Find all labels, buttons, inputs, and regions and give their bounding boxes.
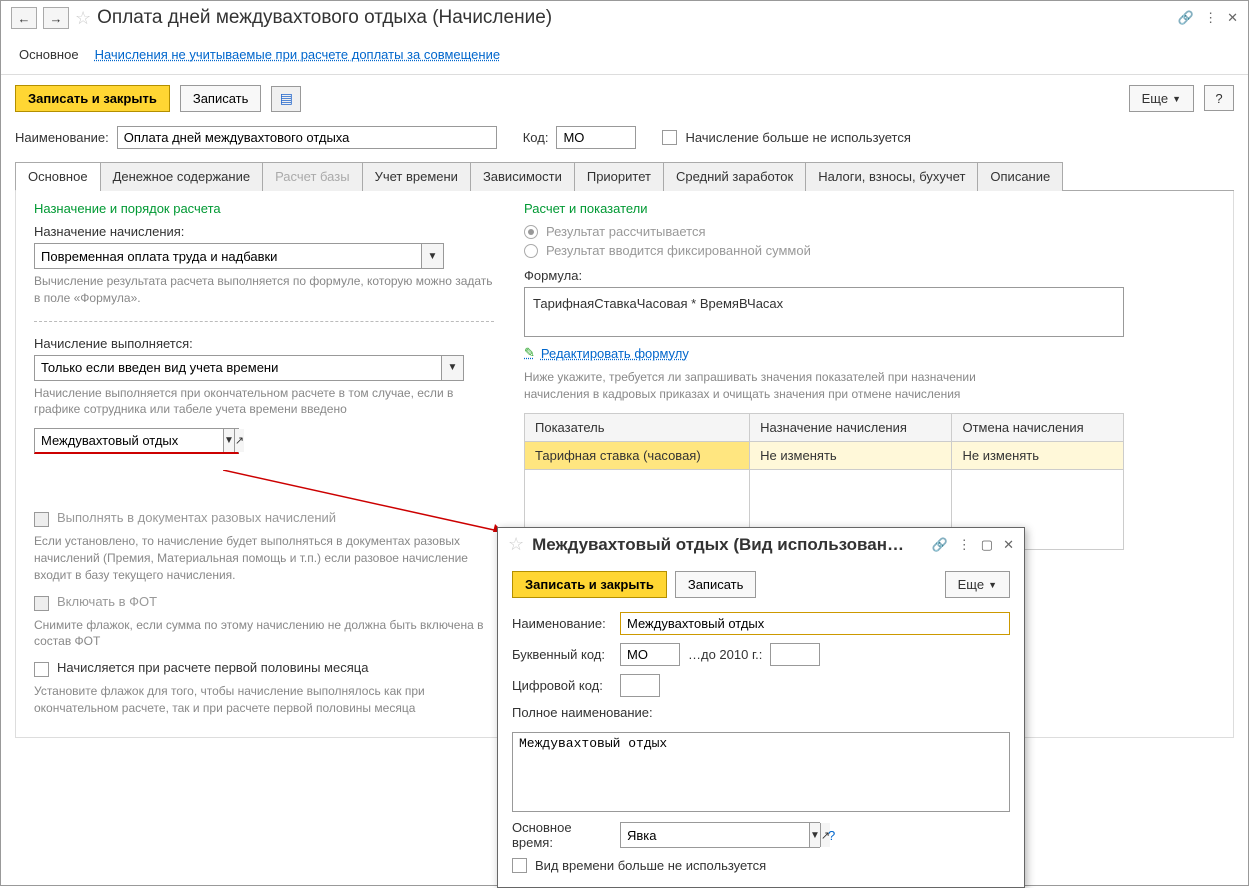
pre2010-input[interactable] [770, 643, 820, 666]
pre2010-label: …до 2010 г.: [688, 647, 762, 662]
cb-fot-label: Включать в ФОТ [57, 594, 157, 609]
menu-icon[interactable]: ⋮ [1204, 10, 1217, 26]
tab-tax[interactable]: Налоги, взносы, бухучет [805, 162, 978, 191]
unused-label: Начисление больше не используется [685, 130, 910, 145]
right-section-title: Расчет и показатели [524, 201, 1215, 216]
code-input[interactable] [556, 126, 636, 149]
close-icon[interactable]: ✕ [1227, 10, 1238, 26]
purpose-select[interactable] [35, 244, 421, 268]
tab-main[interactable]: Основное [15, 162, 101, 191]
link-icon[interactable]: 🔗 [1178, 10, 1194, 26]
exec-hint: Начисление выполняется при окончательном… [34, 385, 494, 419]
time-kind-dropdown-icon[interactable]: ▼ [223, 429, 234, 452]
dialog-num-input[interactable] [620, 674, 660, 697]
th-cancel[interactable]: Отмена начисления [952, 413, 1124, 441]
th-indicator[interactable]: Показатель [525, 413, 750, 441]
forward-button[interactable]: → [43, 7, 69, 29]
dialog-maximize-icon[interactable]: ▢ [981, 537, 993, 553]
dialog-unused-checkbox[interactable] [512, 858, 527, 873]
dialog-unused-label: Вид времени больше не используется [535, 858, 766, 873]
formula-label: Формула: [524, 268, 1215, 283]
cb-first-half-label: Начисляется при расчете первой половины … [57, 660, 368, 675]
favorite-icon[interactable]: ☆ [75, 8, 91, 29]
table-cell[interactable]: Тарифная ставка (часовая) [525, 441, 750, 469]
tab-money[interactable]: Денежное содержание [100, 162, 263, 191]
formula-box[interactable]: ТарифнаяСтавкаЧасовая * ВремяВЧасах [524, 287, 1124, 337]
pencil-icon: ✎ [524, 345, 535, 361]
save-button[interactable]: Записать [180, 85, 262, 112]
tab-priority[interactable]: Приоритет [574, 162, 664, 191]
radio-calc-label: Результат рассчитывается [546, 224, 706, 239]
table-cell[interactable]: Не изменять [750, 441, 952, 469]
tab-time[interactable]: Учет времени [362, 162, 471, 191]
tab-desc[interactable]: Описание [977, 162, 1063, 191]
dialog-link-icon[interactable]: 🔗 [932, 537, 948, 553]
back-button[interactable]: ← [11, 7, 37, 29]
unused-checkbox[interactable] [662, 130, 677, 145]
radio-calc[interactable] [524, 225, 538, 239]
radio-fixed[interactable] [524, 244, 538, 258]
tab-avg[interactable]: Средний заработок [663, 162, 806, 191]
purpose-dropdown-icon[interactable]: ▼ [421, 244, 443, 268]
exec-select[interactable] [35, 356, 441, 380]
dialog-name-input[interactable] [620, 612, 1010, 635]
tab-deps[interactable]: Зависимости [470, 162, 575, 191]
radio-fixed-label: Результат вводится фиксированной суммой [546, 243, 811, 258]
dialog-main-time-select[interactable] [621, 823, 809, 847]
dialog-close-icon[interactable]: ✕ [1003, 537, 1014, 553]
dialog-menu-icon[interactable]: ⋮ [958, 537, 971, 553]
exec-dropdown-icon[interactable]: ▼ [441, 356, 463, 380]
cb-fot [34, 596, 49, 611]
dialog-main-time-label: Основное время: [512, 820, 612, 850]
cb1-hint: Если установлено, то начисление будет вы… [34, 533, 494, 583]
cb-onetime [34, 512, 49, 527]
edit-formula-link[interactable]: Редактировать формулу [541, 346, 689, 361]
more-button[interactable]: Еще▼ [1129, 85, 1194, 112]
dialog-save-button[interactable]: Записать [675, 571, 757, 598]
list-icon-button[interactable]: ▤ [271, 86, 301, 112]
cb-first-half[interactable] [34, 662, 49, 677]
dialog-help-icon[interactable]: ? [828, 828, 835, 843]
time-kind-open-icon[interactable]: ↗ [234, 429, 244, 452]
cb3-hint: Установите флажок для того, чтобы начисл… [34, 683, 494, 717]
navtab-main[interactable]: Основное [19, 43, 79, 66]
help-button[interactable]: ? [1204, 85, 1234, 111]
navtab-link[interactable]: Начисления не учитываемые при расчете до… [95, 43, 501, 66]
table-cell[interactable]: Не изменять [952, 441, 1124, 469]
dialog-save-close-button[interactable]: Записать и закрыть [512, 571, 667, 598]
code-label: Код: [523, 130, 549, 145]
dialog-main-time-dropdown-icon[interactable]: ▼ [809, 823, 820, 847]
tab-base[interactable]: Расчет базы [262, 162, 363, 191]
name-input[interactable] [117, 126, 497, 149]
table-hint: Ниже укажите, требуется ли запрашивать з… [524, 369, 984, 403]
purpose-label: Назначение начисления: [34, 224, 494, 239]
window-title: Оплата дней междувахтового отдыха (Начис… [97, 7, 552, 29]
name-label: Наименование: [15, 130, 109, 145]
cb2-hint: Снимите флажок, если сумма по этому начи… [34, 617, 494, 651]
exec-label: Начисление выполняется: [34, 336, 494, 351]
dialog-name-label: Наименование: [512, 616, 612, 631]
dialog-full-input[interactable] [512, 732, 1010, 812]
dialog-more-button[interactable]: Еще▼ [945, 571, 1010, 598]
left-section-title: Назначение и порядок расчета [34, 201, 494, 216]
cb-onetime-label: Выполнять в документах разовых начислени… [57, 510, 336, 525]
th-assign[interactable]: Назначение начисления [750, 413, 952, 441]
time-kind-select[interactable] [35, 429, 223, 452]
purpose-hint: Вычисление результата расчета выполняетс… [34, 273, 494, 307]
dialog-full-label: Полное наименование: [512, 705, 653, 720]
dialog-title: Междувахтовый отдых (Вид использован… [532, 535, 904, 555]
save-close-button[interactable]: Записать и закрыть [15, 85, 170, 112]
dialog-letter-label: Буквенный код: [512, 647, 612, 662]
dialog-num-label: Цифровой код: [512, 678, 612, 693]
dialog-favorite-icon[interactable]: ☆ [508, 534, 524, 555]
dialog-letter-input[interactable] [620, 643, 680, 666]
